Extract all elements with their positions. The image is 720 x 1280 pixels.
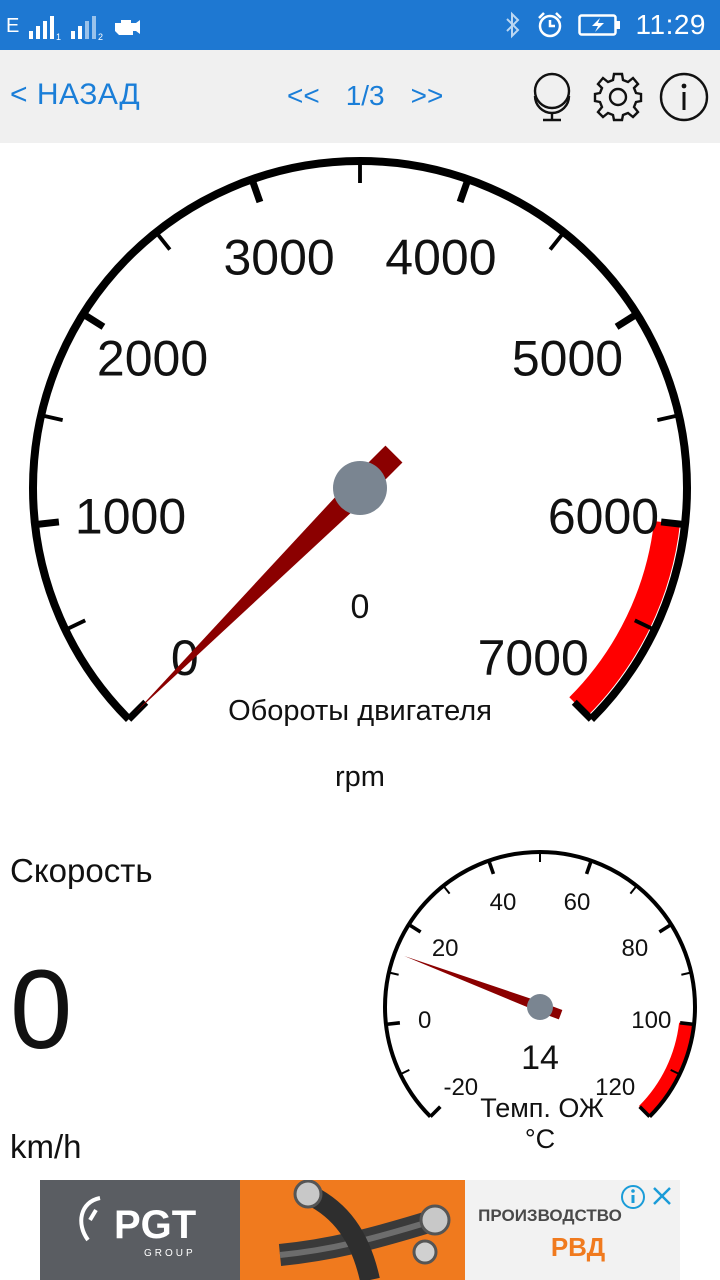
minor-tick: [40, 413, 64, 423]
status-bar: E 1 2 11:29: [0, 0, 720, 50]
sim1-label: 1: [56, 32, 61, 40]
status-left: E 1 2: [6, 8, 147, 40]
major-tick: [614, 311, 639, 330]
major-tick: [658, 923, 673, 934]
gauge-value: 14: [521, 1039, 559, 1077]
prev-page-button[interactable]: <<: [287, 80, 320, 112]
battery-charging-icon: [577, 14, 620, 36]
back-button[interactable]: < НАЗАД: [10, 78, 140, 112]
major-tick: [487, 860, 496, 875]
engine-icon: [115, 20, 141, 35]
tick-label: 1000: [75, 488, 186, 544]
major-tick: [679, 1020, 695, 1027]
speed-title: Скорость: [10, 852, 153, 889]
info-icon[interactable]: [658, 71, 710, 123]
gear-icon[interactable]: [592, 71, 644, 123]
alarm-icon: [537, 12, 562, 38]
clock: 11:29: [635, 9, 706, 40]
ad-banner-image: PGT GROUP ПРОИЗВОДСТВО РВД: [40, 1180, 680, 1280]
minor-tick: [64, 618, 87, 632]
globe-icon[interactable]: [526, 71, 578, 123]
ad-line1: ПРОИЗВОДСТВО: [478, 1206, 622, 1225]
major-tick: [660, 518, 686, 529]
bluetooth-icon: [505, 11, 519, 39]
minor-tick: [399, 1069, 410, 1076]
tick-label: 5000: [512, 331, 623, 387]
tick-label: 3000: [223, 230, 334, 286]
signal-icon: 2: [71, 16, 103, 40]
tick-label: 60: [564, 889, 591, 916]
gauge-arc: [29, 157, 691, 723]
ad-brand: PGT: [114, 1203, 196, 1247]
toolbar: < НАЗАД << 1/3 >>: [0, 50, 720, 143]
minor-tick: [548, 231, 566, 251]
coolant-gauge-unit: °C: [525, 1124, 555, 1154]
minor-tick: [656, 413, 680, 423]
needle-hub: [527, 994, 553, 1020]
coolant-gauge-title: Темп. ОЖ: [480, 1093, 604, 1123]
status-right: 11:29: [504, 0, 707, 50]
tick-label: -20: [443, 1074, 478, 1101]
signal-icon: 1: [29, 16, 61, 40]
ad-brand-sub: GROUP: [144, 1248, 196, 1259]
major-tick: [34, 518, 60, 529]
major-tick: [429, 1105, 442, 1118]
page-navigator: << 1/3 >>: [287, 80, 443, 112]
sim2-label: 2: [98, 32, 103, 40]
major-tick: [456, 178, 472, 204]
speed-value: 0: [10, 947, 73, 1072]
major-tick: [81, 311, 106, 330]
tick-label: 4000: [385, 230, 496, 286]
coolant-temp-gauge: -2002040 608010012014 Темп. ОЖ °C: [383, 850, 697, 1154]
ad-banner[interactable]: PGT GROUP ПРОИЗВОДСТВО РВД: [40, 1180, 680, 1280]
tick-label: 40: [490, 889, 517, 916]
major-tick: [248, 178, 264, 204]
tick-label: 6000: [548, 488, 659, 544]
rpm-gauge-title: Обороты двигателя: [228, 695, 492, 727]
toolbar-actions: [526, 71, 710, 123]
tick-label: 80: [621, 935, 648, 962]
tick-label: 0: [418, 1007, 431, 1034]
gauge-value: 0: [351, 588, 370, 626]
ad-line2: РВД: [551, 1232, 606, 1262]
major-tick: [584, 860, 593, 875]
minor-tick: [154, 231, 172, 251]
tick-label: 20: [432, 935, 459, 962]
major-tick: [385, 1020, 401, 1027]
speed-unit: km/h: [10, 1128, 82, 1165]
tick-label: 7000: [478, 630, 589, 686]
major-tick: [407, 923, 422, 934]
needle-hub: [333, 461, 387, 515]
rpm-gauge-unit: rpm: [335, 761, 385, 793]
minor-tick: [629, 885, 638, 895]
tick-label: 100: [631, 1007, 671, 1034]
network-type: E: [6, 15, 20, 37]
minor-tick: [442, 885, 451, 895]
next-page-button[interactable]: >>: [411, 80, 444, 112]
tick-label: 0: [171, 630, 199, 686]
rpm-gauge: 0 1000 2000 3000 4000 5000 6000 7000 0 Обороты д…: [29, 157, 691, 793]
tick-label: 2000: [97, 331, 208, 387]
page-indicator: 1/3: [345, 80, 385, 111]
